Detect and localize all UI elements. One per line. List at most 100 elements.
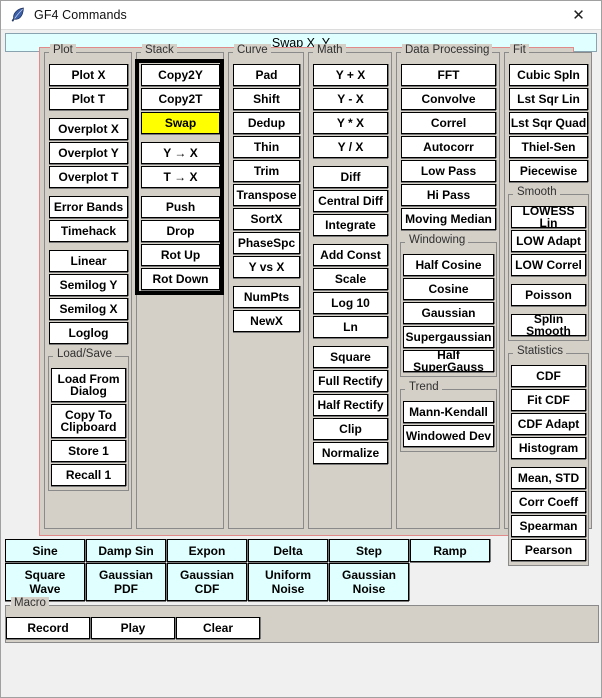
smooth-button-low-adapt[interactable]: LOW Adapt xyxy=(511,230,586,252)
data-processing-button-low-pass[interactable]: Low Pass xyxy=(401,160,496,182)
math-button-diff[interactable]: Diff xyxy=(313,166,388,188)
load-save-button-store-1[interactable]: Store 1 xyxy=(51,440,126,462)
macro-button-record[interactable]: Record xyxy=(6,617,90,639)
function-button-sine[interactable]: Sine xyxy=(5,539,85,562)
function-button-square-wave[interactable]: Square Wave xyxy=(5,563,85,601)
curve-button-dedup[interactable]: Dedup xyxy=(233,112,300,134)
stack-button-drop[interactable]: Drop xyxy=(141,220,220,242)
fit-button-piecewise[interactable]: Piecewise xyxy=(509,160,588,182)
curve-button-shift[interactable]: Shift xyxy=(233,88,300,110)
macro-button-play[interactable]: Play xyxy=(91,617,175,639)
stack-button-t-x[interactable]: T → X xyxy=(141,166,220,188)
data-processing-button-hi-pass[interactable]: Hi Pass xyxy=(401,184,496,206)
math-button-y-x[interactable]: Y / X xyxy=(313,136,388,158)
function-button-delta[interactable]: Delta xyxy=(248,539,328,562)
stack-button-rot-down[interactable]: Rot Down xyxy=(141,268,220,290)
smooth-button-lowess-lin[interactable]: LOWESS Lin xyxy=(511,206,586,228)
data-processing-button-correl[interactable]: Correl xyxy=(401,112,496,134)
function-button-gaussian-pdf[interactable]: Gaussian PDF xyxy=(86,563,166,601)
math-button-y-x[interactable]: Y - X xyxy=(313,88,388,110)
math-button-half-rectify[interactable]: Half Rectify xyxy=(313,394,388,416)
curve-button-transpose[interactable]: Transpose xyxy=(233,184,300,206)
smooth-button-splin-smooth[interactable]: Splin Smooth xyxy=(511,314,586,336)
load-save-button-load-from-dialog[interactable]: Load From Dialog xyxy=(51,368,126,402)
fit-group-legend: Fit xyxy=(510,44,529,56)
function-button-gaussian-noise[interactable]: Gaussian Noise xyxy=(329,563,409,601)
math-button-log-10[interactable]: Log 10 xyxy=(313,292,388,314)
fit-button-cubic-spln[interactable]: Cubic Spln xyxy=(509,64,588,86)
curve-button-pad[interactable]: Pad xyxy=(233,64,300,86)
curve-button-newx[interactable]: NewX xyxy=(233,310,300,332)
math-button-integrate[interactable]: Integrate xyxy=(313,214,388,236)
data-processing-button-autocorr[interactable]: Autocorr xyxy=(401,136,496,158)
statistics-button-cdf-adapt[interactable]: CDF Adapt xyxy=(511,413,586,435)
statistics-button-mean-std[interactable]: Mean, STD xyxy=(511,467,586,489)
curve-button-phasespc[interactable]: PhaseSpc xyxy=(233,232,300,254)
data-processing-button-moving-median[interactable]: Moving Median xyxy=(401,208,496,230)
curve-button-thin[interactable]: Thin xyxy=(233,136,300,158)
stack-button-y-x[interactable]: Y → X xyxy=(141,142,220,164)
statistics-button-fit-cdf[interactable]: Fit CDF xyxy=(511,389,586,411)
function-button-step[interactable]: Step xyxy=(329,539,409,562)
windowing-button-supergaussian[interactable]: Supergaussian xyxy=(403,326,494,348)
plot-button-plot-t[interactable]: Plot T xyxy=(49,88,128,110)
windowing-button-half-supergauss[interactable]: Half SuperGauss xyxy=(403,350,494,372)
plot-button-error-bands[interactable]: Error Bands xyxy=(49,196,128,218)
math-button-ln[interactable]: Ln xyxy=(313,316,388,338)
data-processing-button-convolve[interactable]: Convolve xyxy=(401,88,496,110)
load-save-button-copy-to-clipboard[interactable]: Copy To Clipboard xyxy=(51,404,126,438)
curve-button-numpts[interactable]: NumPts xyxy=(233,286,300,308)
plot-button-plot-x[interactable]: Plot X xyxy=(49,64,128,86)
plot-button-semilog-x[interactable]: Semilog X xyxy=(49,298,128,320)
function-button-expon[interactable]: Expon xyxy=(167,539,247,562)
statistics-button-cdf[interactable]: CDF xyxy=(511,365,586,387)
curve-button-trim[interactable]: Trim xyxy=(233,160,300,182)
function-button-gaussian-cdf[interactable]: Gaussian CDF xyxy=(167,563,247,601)
windowing-button-half-cosine[interactable]: Half Cosine xyxy=(403,254,494,276)
close-icon[interactable]: ✕ xyxy=(556,1,601,30)
plot-button-timehack[interactable]: Timehack xyxy=(49,220,128,242)
statistics-button-histogram[interactable]: Histogram xyxy=(511,437,586,459)
trend-button-windowed-dev[interactable]: Windowed Dev xyxy=(403,425,494,447)
plot-button-semilog-y[interactable]: Semilog Y xyxy=(49,274,128,296)
load-save-button-recall-1[interactable]: Recall 1 xyxy=(51,464,126,486)
plot-button-linear[interactable]: Linear xyxy=(49,250,128,272)
stack-button-copy2t[interactable]: Copy2T xyxy=(141,88,220,110)
fit-button-lst-sqr-lin[interactable]: Lst Sqr Lin xyxy=(509,88,588,110)
stack-button-swap[interactable]: Swap xyxy=(141,112,220,134)
math-button-central-diff[interactable]: Central Diff xyxy=(313,190,388,212)
trend-button-mann-kendall[interactable]: Mann-Kendall xyxy=(403,401,494,423)
macro-button-clear[interactable]: Clear xyxy=(176,617,260,639)
function-button-ramp[interactable]: Ramp xyxy=(410,539,490,562)
stack-button-rot-up[interactable]: Rot Up xyxy=(141,244,220,266)
windowing-button-gaussian[interactable]: Gaussian xyxy=(403,302,494,324)
math-button-scale[interactable]: Scale xyxy=(313,268,388,290)
curve-button-y-vs-x[interactable]: Y vs X xyxy=(233,256,300,278)
plot-button-loglog[interactable]: Loglog xyxy=(49,322,128,344)
fit-button-lst-sqr-quad[interactable]: Lst Sqr Quad xyxy=(509,112,588,134)
curve-button-sortx[interactable]: SortX xyxy=(233,208,300,230)
math-button-normalize[interactable]: Normalize xyxy=(313,442,388,464)
stack-button-copy2y[interactable]: Copy2Y xyxy=(141,64,220,86)
math-button-clip[interactable]: Clip xyxy=(313,418,388,440)
group-border-left xyxy=(6,605,10,606)
math-button-full-rectify[interactable]: Full Rectify xyxy=(313,370,388,392)
math-button-add-const[interactable]: Add Const xyxy=(313,244,388,266)
plot-button-overplot-y[interactable]: Overplot Y xyxy=(49,142,128,164)
data-processing-button-fft[interactable]: FFT xyxy=(401,64,496,86)
function-button-uniform-noise[interactable]: Uniform Noise xyxy=(248,563,328,601)
stack-button-push[interactable]: Push xyxy=(141,196,220,218)
math-button-square[interactable]: Square xyxy=(313,346,388,368)
plot-button-overplot-t[interactable]: Overplot T xyxy=(49,166,128,188)
plot-button-overplot-x[interactable]: Overplot X xyxy=(49,118,128,140)
function-button-damp-sin[interactable]: Damp Sin xyxy=(86,539,166,562)
smooth-button-low-correl[interactable]: LOW Correl xyxy=(511,254,586,276)
fit-button-thiel-sen[interactable]: Thiel-Sen xyxy=(509,136,588,158)
statistics-button-spearman[interactable]: Spearman xyxy=(511,515,586,537)
statistics-button-corr-coeff[interactable]: Corr Coeff xyxy=(511,491,586,513)
math-button-y-x[interactable]: Y * X xyxy=(313,112,388,134)
math-button-y-x[interactable]: Y + X xyxy=(313,64,388,86)
statistics-button-pearson[interactable]: Pearson xyxy=(511,539,586,561)
windowing-button-cosine[interactable]: Cosine xyxy=(403,278,494,300)
smooth-button-poisson[interactable]: Poisson xyxy=(511,284,586,306)
